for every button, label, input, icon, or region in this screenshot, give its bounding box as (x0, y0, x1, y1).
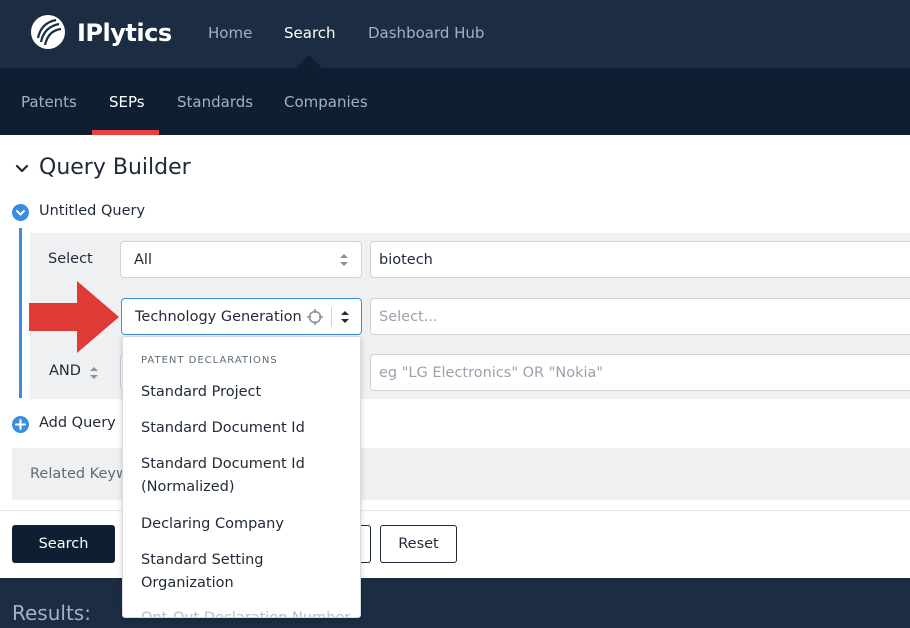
dropdown-option-standard-document-id-normalized[interactable]: Standard Document Id (Normalized) (141, 453, 351, 499)
tab-companies[interactable]: Companies (284, 93, 368, 111)
dropdown-option-opt-out-declaration[interactable]: Opt-Out Declaration Number (141, 607, 351, 617)
dropdown-option-standard-setting-organization[interactable]: Standard Setting Organization (141, 549, 351, 595)
field-select-1-value: All (134, 251, 152, 268)
brand-name[interactable]: IPlytics (77, 19, 172, 47)
query-group-line (19, 228, 22, 398)
active-tab-underline (92, 130, 159, 135)
results-label: Results: (12, 601, 91, 625)
reset-button[interactable]: Reset (380, 525, 457, 563)
field-dropdown-menu[interactable]: PATENT DECLARATIONS Standard Project Sta… (122, 336, 361, 618)
dropdown-option-declaring-company[interactable]: Declaring Company (141, 513, 351, 536)
crosshair-icon[interactable] (306, 308, 324, 326)
nav-search[interactable]: Search (284, 24, 336, 42)
tab-standards[interactable]: Standards (177, 93, 253, 111)
value-select-placeholder: Select... (379, 308, 438, 325)
field-select-2-value: Technology Generation (135, 308, 302, 325)
add-query-icon[interactable] (12, 416, 29, 433)
reset-button-label: Reset (398, 536, 439, 552)
add-query-button[interactable]: Add Query (39, 415, 116, 431)
dropdown-option-standard-document-id[interactable]: Standard Document Id (141, 417, 351, 440)
tab-seps[interactable]: SEPs (109, 93, 145, 111)
query-name[interactable]: Untitled Query (39, 203, 145, 219)
collapse-query-icon[interactable] (12, 204, 29, 221)
nav-home[interactable]: Home (208, 24, 252, 42)
sort-arrows-icon[interactable] (340, 309, 350, 325)
active-nav-indicator (296, 55, 322, 68)
arrow-right-icon (29, 281, 119, 353)
chevron-down-icon[interactable] (14, 161, 30, 177)
value-select-input[interactable]: Select... (370, 298, 910, 335)
search-term-input[interactable]: biotech (370, 241, 910, 278)
company-input-placeholder: eg "LG Electronics" OR "Nokia" (379, 364, 604, 381)
search-button-label: Search (38, 536, 89, 552)
dropdown-option-standard-project[interactable]: Standard Project (141, 381, 351, 404)
dropdown-group-header: PATENT DECLARATIONS (141, 355, 278, 366)
iplytics-logo-icon[interactable] (30, 14, 66, 50)
select-divider (331, 307, 332, 327)
query-builder-title[interactable]: Query Builder (39, 155, 191, 180)
field-select-2[interactable]: Technology Generation (121, 298, 362, 335)
select-label: Select (48, 251, 93, 267)
sort-arrows-icon[interactable] (89, 365, 99, 381)
related-keywords-label: Related Keyw (30, 466, 128, 482)
search-term-value: biotech (379, 251, 433, 268)
operator-label[interactable]: AND (49, 363, 81, 379)
sort-arrows-icon (340, 254, 348, 266)
company-input[interactable]: eg "LG Electronics" OR "Nokia" (370, 354, 910, 391)
search-button[interactable]: Search (12, 525, 115, 563)
sub-navigation-bar: Patents SEPs Standards Companies (0, 68, 910, 135)
nav-dashboard-hub[interactable]: Dashboard Hub (368, 24, 484, 42)
field-select-1[interactable]: All (120, 241, 362, 278)
top-navigation-bar: IPlytics Home Search Dashboard Hub (0, 0, 910, 68)
tab-patents[interactable]: Patents (21, 93, 77, 111)
